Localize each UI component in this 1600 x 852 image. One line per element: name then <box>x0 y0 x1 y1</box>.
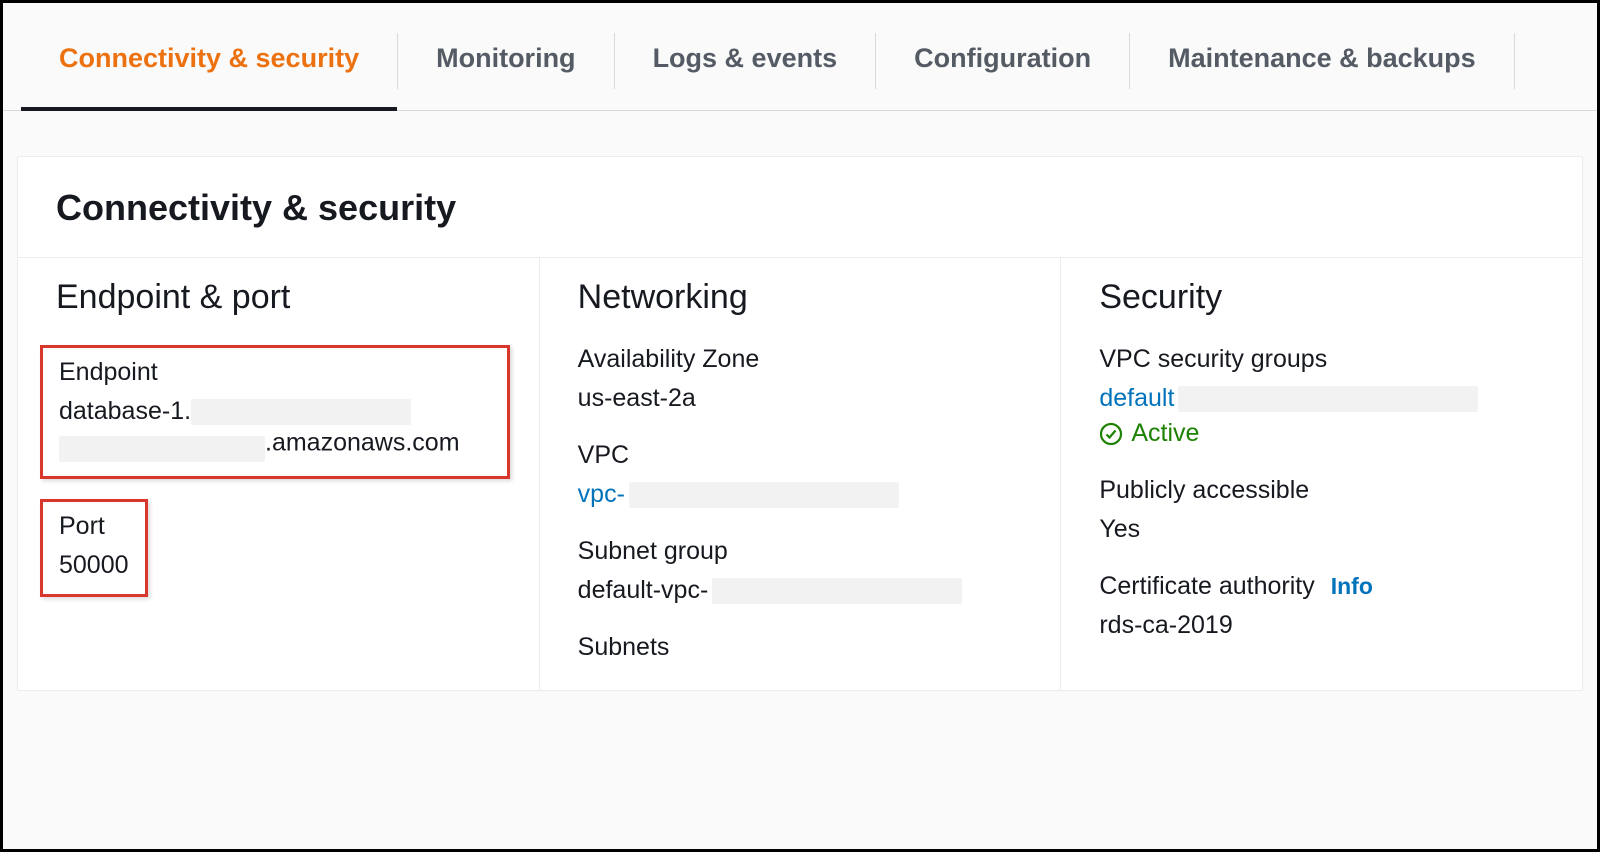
redacted-block <box>59 436 265 462</box>
tab-label: Monitoring <box>436 43 575 73</box>
panel-title: Connectivity & security <box>56 187 1544 229</box>
endpoint-value: database-1. .amazonaws.com <box>59 397 491 462</box>
block-subnet-group: Subnet group default-vpc- <box>578 537 1023 605</box>
panel-body: Endpoint & port Endpoint database-1. .am… <box>18 258 1582 690</box>
block-certificate-authority: Certificate authority Info rds-ca-2019 <box>1099 572 1544 640</box>
column-security: Security VPC security groups default Act… <box>1061 258 1582 690</box>
cert-authority-info-link[interactable]: Info <box>1331 573 1373 600</box>
highlight-port: Port 50000 <box>40 499 148 597</box>
block-publicly-accessible: Publicly accessible Yes <box>1099 476 1544 544</box>
tab-logs-events[interactable]: Logs & events <box>615 23 876 110</box>
vpc-sg-label: VPC security groups <box>1099 345 1544 374</box>
tab-label: Connectivity & security <box>59 43 359 73</box>
block-vpc: VPC vpc- <box>578 441 1023 509</box>
endpoint-suffix: .amazonaws.com <box>265 429 460 457</box>
cert-authority-value: rds-ca-2019 <box>1099 611 1544 640</box>
vpc-sg-status: Active <box>1099 419 1544 448</box>
port-value: 50000 <box>59 551 129 580</box>
section-title-networking: Networking <box>578 278 1023 317</box>
cert-authority-label: Certificate authority <box>1099 572 1314 601</box>
tab-label: Logs & events <box>653 43 838 73</box>
panel-connectivity-security: Connectivity & security Endpoint & port … <box>17 156 1583 691</box>
subnet-group-prefix: default-vpc- <box>578 576 709 605</box>
block-subnets: Subnets <box>578 633 1023 662</box>
section-title-security: Security <box>1099 278 1544 317</box>
block-availability-zone: Availability Zone us-east-2a <box>578 345 1023 413</box>
status-text: Active <box>1131 419 1199 448</box>
tab-label: Maintenance & backups <box>1168 43 1476 73</box>
block-vpc-security-groups: VPC security groups default Active <box>1099 345 1544 448</box>
cert-authority-label-row: Certificate authority Info <box>1099 572 1544 601</box>
publicly-accessible-label: Publicly accessible <box>1099 476 1544 505</box>
column-networking: Networking Availability Zone us-east-2a … <box>540 258 1062 690</box>
tab-configuration[interactable]: Configuration <box>876 23 1129 110</box>
tab-connectivity-security[interactable]: Connectivity & security <box>21 23 397 110</box>
viewport: Connectivity & security Monitoring Logs … <box>0 0 1600 852</box>
subnets-label: Subnets <box>578 633 1023 662</box>
redacted-block <box>712 578 962 604</box>
vpc-sg-value: default <box>1099 384 1544 413</box>
tab-monitoring[interactable]: Monitoring <box>398 23 613 110</box>
section-title-endpoint-port: Endpoint & port <box>56 278 501 317</box>
subnet-group-value: default-vpc- <box>578 576 1023 605</box>
vpc-value: vpc- <box>578 480 1023 509</box>
publicly-accessible-value: Yes <box>1099 515 1544 544</box>
highlight-endpoint: Endpoint database-1. .amazonaws.com <box>40 345 510 479</box>
vpc-sg-link[interactable]: default <box>1099 384 1174 413</box>
tab-separator <box>1514 33 1515 89</box>
port-label: Port <box>59 512 129 541</box>
column-endpoint-port: Endpoint & port Endpoint database-1. .am… <box>18 258 540 690</box>
redacted-block <box>1178 386 1478 412</box>
tab-maintenance-backups[interactable]: Maintenance & backups <box>1130 23 1514 110</box>
vpc-link[interactable]: vpc- <box>578 480 625 509</box>
check-circle-icon <box>1099 422 1123 446</box>
az-value: us-east-2a <box>578 384 1023 413</box>
endpoint-prefix: database-1. <box>59 397 191 425</box>
redacted-block <box>191 399 411 425</box>
tab-bar: Connectivity & security Monitoring Logs … <box>3 3 1597 111</box>
redacted-block <box>629 482 899 508</box>
subnet-group-label: Subnet group <box>578 537 1023 566</box>
tab-label: Configuration <box>914 43 1091 73</box>
az-label: Availability Zone <box>578 345 1023 374</box>
endpoint-label: Endpoint <box>59 358 491 387</box>
vpc-label: VPC <box>578 441 1023 470</box>
panel-header: Connectivity & security <box>18 157 1582 258</box>
